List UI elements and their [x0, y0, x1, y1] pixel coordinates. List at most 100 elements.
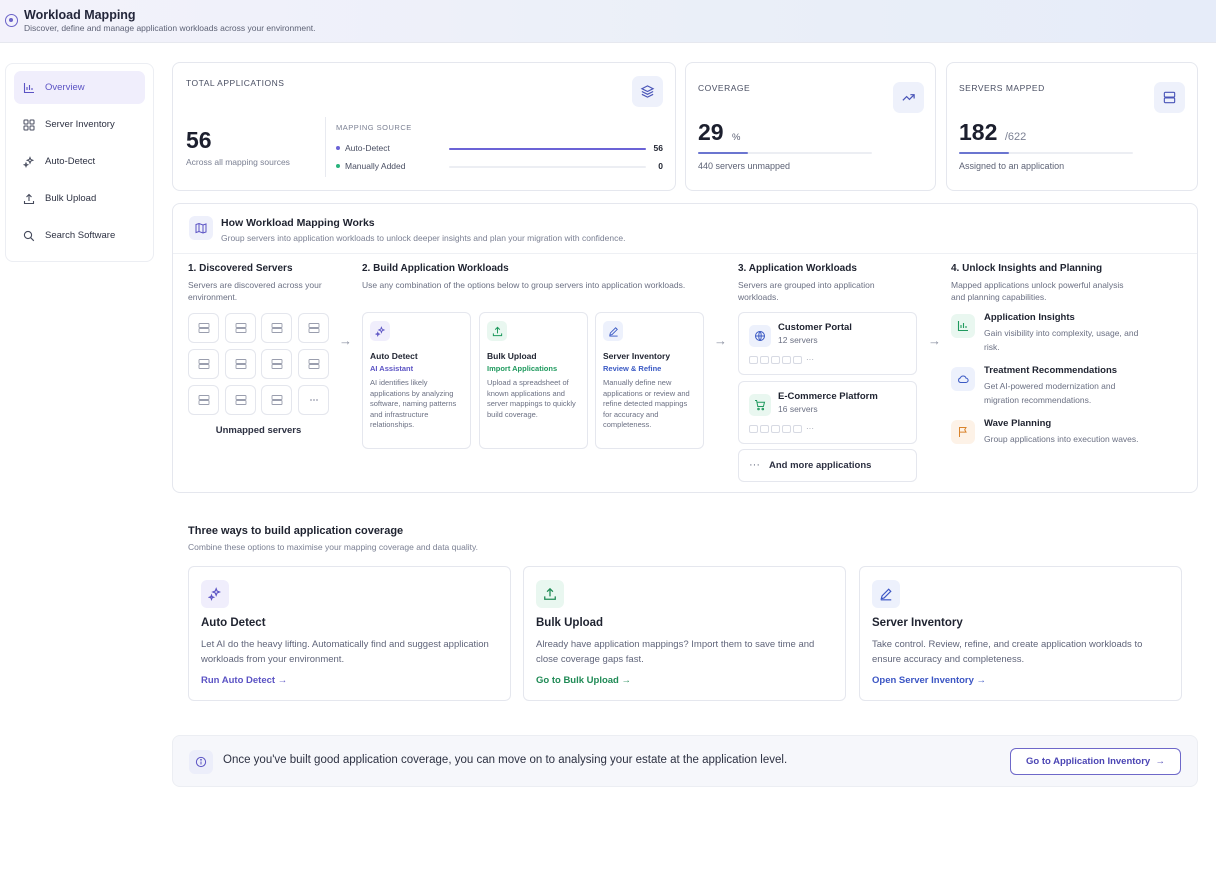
- bar-chart-icon: [23, 82, 35, 94]
- source-bar: [449, 148, 646, 150]
- total-applications-caption: Across all mapping sources: [186, 157, 290, 167]
- way-card-bulk-upload: Bulk Upload Already have application map…: [523, 566, 846, 701]
- page-header: Workload Mapping Discover, define and ma…: [0, 0, 1216, 43]
- sparkle-icon: [201, 580, 229, 608]
- more-icon: ···: [806, 424, 814, 433]
- way-card-auto-detect: Auto Detect Let AI do the heavy lifting.…: [188, 566, 511, 701]
- server-icon: [1154, 82, 1185, 113]
- workload-servers: ···: [749, 356, 814, 364]
- upload-icon: [536, 580, 564, 608]
- arrow-right-icon: →: [621, 675, 632, 686]
- divider: [325, 117, 326, 177]
- next-step-banner: Once you've built good application cover…: [172, 735, 1198, 787]
- option-subtitle: AI Assistant: [370, 364, 414, 373]
- ways-title: Three ways to build application coverage: [188, 525, 404, 537]
- server-mini-icon: [793, 425, 802, 433]
- sidebar-item-label: Search Software: [45, 230, 116, 241]
- server-mini-icon: [771, 425, 780, 433]
- banner-text: Once you've built good application cover…: [223, 754, 788, 766]
- open-server-inventory-link[interactable]: Open Server Inventory →: [872, 675, 986, 686]
- map-icon: [189, 216, 213, 240]
- workload-servers: ···: [749, 425, 814, 433]
- coverage-card: COVERAGE 29 % 440 servers unmapped: [685, 62, 936, 191]
- server-tile: [188, 385, 219, 415]
- link-label: Go to Bulk Upload: [536, 675, 619, 686]
- sidebar-item-auto-detect[interactable]: Auto-Detect: [14, 145, 145, 178]
- sidebar-item-label: Auto-Detect: [45, 156, 96, 167]
- more-applications-label: And more applications: [769, 460, 872, 471]
- server-tile: [188, 313, 219, 343]
- status-dot: [336, 164, 340, 168]
- coverage-bar: [698, 152, 872, 154]
- insight-desc: Gain visibility into complexity, usage, …: [984, 328, 1139, 352]
- info-icon: [189, 750, 213, 774]
- workload-card[interactable]: Customer Portal 12 servers ···: [738, 312, 917, 375]
- how-it-works-header: How Workload Mapping Works Group servers…: [173, 204, 1197, 254]
- layers-icon: [632, 76, 663, 107]
- sidebar-item-search-software[interactable]: Search Software: [14, 219, 145, 252]
- insight-title: Wave Planning: [984, 418, 1052, 429]
- option-subtitle: Review & Refine: [603, 364, 662, 373]
- button-label: Go to Application Inventory: [1026, 756, 1151, 767]
- servers-mapped-label: SERVERS MAPPED: [959, 83, 1045, 93]
- upload-icon: [487, 321, 507, 341]
- go-to-application-inventory-button[interactable]: Go to Application Inventory →: [1010, 748, 1181, 775]
- way-title: Server Inventory: [872, 617, 963, 629]
- more-applications-card[interactable]: ··· And more applications: [738, 449, 917, 482]
- arrow-right-icon: →: [928, 333, 941, 348]
- trending-up-icon: [893, 82, 924, 113]
- sidebar-item-label: Bulk Upload: [45, 193, 97, 204]
- search-icon: [23, 230, 35, 242]
- option-card-bulk-upload[interactable]: Bulk Upload Import Applications Upload a…: [479, 312, 588, 449]
- sparkle-icon: [23, 155, 35, 168]
- workload-card[interactable]: E-Commerce Platform 16 servers ···: [738, 381, 917, 444]
- sidebar-item-bulk-upload[interactable]: Bulk Upload: [14, 182, 145, 215]
- step1-desc: Servers are discovered across your envir…: [188, 280, 322, 302]
- coverage-value: 29: [698, 119, 724, 145]
- pencil-icon: [603, 321, 623, 341]
- servers-mapped-card: SERVERS MAPPED 182 /622 Assigned to an a…: [946, 62, 1198, 191]
- total-applications-value: 56: [186, 127, 212, 153]
- way-desc: Let AI do the heavy lifting. Automatical…: [201, 639, 489, 665]
- workload-count: 12 servers: [778, 335, 818, 345]
- status-dot: [336, 146, 340, 150]
- upload-icon: [23, 193, 35, 205]
- workload-mapping-logo-icon: [5, 14, 18, 27]
- way-title: Auto Detect: [201, 617, 266, 629]
- step3-desc: Servers are grouped into application wor…: [738, 280, 875, 302]
- sidebar-item-overview[interactable]: Overview: [14, 71, 145, 104]
- more-icon: ···: [806, 355, 814, 364]
- page-subtitle: Discover, define and manage application …: [24, 23, 316, 33]
- step4-desc: Mapped applications unlock powerful anal…: [951, 280, 1124, 302]
- workload-name: Customer Portal: [778, 322, 852, 333]
- server-tile: [225, 385, 256, 415]
- way-title: Bulk Upload: [536, 617, 604, 629]
- insight-title: Application Insights: [984, 312, 1075, 323]
- flag-icon: [951, 420, 975, 444]
- coverage-bar-fill: [698, 152, 749, 154]
- server-mini-icon: [760, 356, 769, 364]
- arrow-right-icon: →: [339, 333, 352, 348]
- cart-icon: [749, 394, 771, 416]
- link-label: Open Server Inventory: [872, 675, 974, 686]
- server-mini-icon: [793, 356, 802, 364]
- option-card-server-inventory[interactable]: Server Inventory Review & Refine Manuall…: [595, 312, 704, 449]
- arrow-right-icon: →: [976, 675, 987, 686]
- option-card-auto-detect[interactable]: Auto Detect AI Assistant AI identifies l…: [362, 312, 471, 449]
- source-label: Manually Added: [345, 161, 406, 171]
- option-desc: Upload a spreadsheet of known applicatio…: [487, 378, 576, 419]
- option-desc: AI identifies likely applications by ana…: [370, 378, 457, 429]
- sidebar-item-server-inventory[interactable]: Server Inventory: [14, 108, 145, 141]
- insight-desc: Group applications into execution waves.: [984, 434, 1139, 444]
- bar-chart-icon: [951, 314, 975, 338]
- source-value: 56: [653, 143, 663, 153]
- server-tile: [261, 313, 292, 343]
- server-tile: [188, 349, 219, 379]
- more-icon: ···: [749, 459, 760, 471]
- step3-title: 3. Application Workloads: [738, 263, 857, 274]
- step1-title: 1. Discovered Servers: [188, 263, 293, 274]
- run-auto-detect-link[interactable]: Run Auto Detect →: [201, 675, 287, 686]
- server-tile: [225, 349, 256, 379]
- go-to-bulk-upload-link[interactable]: Go to Bulk Upload →: [536, 675, 631, 686]
- source-bar-fill: [449, 148, 646, 150]
